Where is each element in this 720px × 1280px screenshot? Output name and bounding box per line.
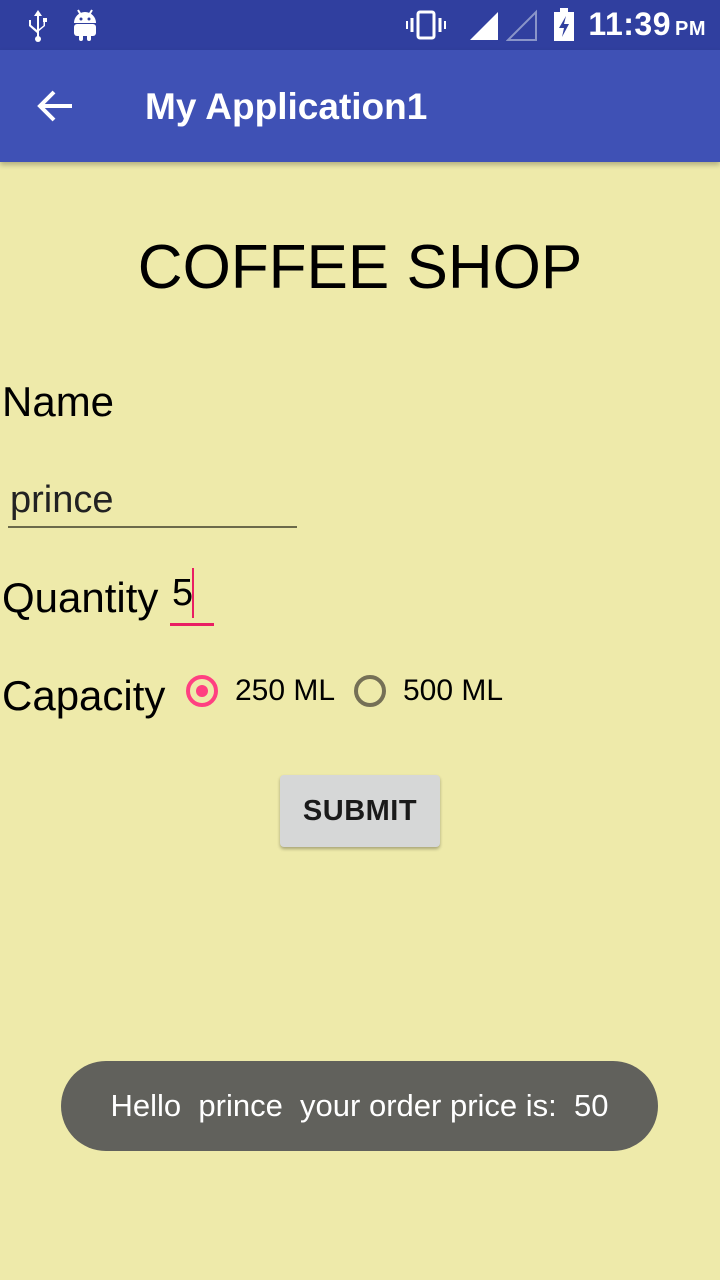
back-button[interactable] <box>32 86 80 126</box>
capacity-label: Capacity <box>2 672 166 719</box>
text-cursor <box>192 568 194 618</box>
name-label: Name <box>2 378 115 425</box>
quantity-field[interactable]: 5 <box>170 566 214 626</box>
radio-500ml-label[interactable]: 500 ML <box>403 674 503 708</box>
quantity-label: Quantity <box>2 574 159 621</box>
name-field[interactable] <box>8 474 297 528</box>
signal-full-icon <box>470 12 498 40</box>
app-bar: My Application1 <box>0 50 720 162</box>
vibrate-icon <box>406 10 446 40</box>
battery-charging-icon <box>554 8 574 41</box>
signal-weak-icon <box>506 9 537 41</box>
page-title: COFFEE SHOP <box>137 233 583 302</box>
android-icon <box>74 9 96 41</box>
toast-message: Hello prince your order price is: 50 <box>61 1061 658 1151</box>
radio-500ml[interactable] <box>354 675 386 707</box>
radio-250ml[interactable] <box>186 675 218 707</box>
status-bar: 11:39 PM <box>0 0 720 50</box>
submit-button[interactable]: SUBMIT <box>280 775 440 847</box>
quantity-value: 5 <box>172 572 194 614</box>
arrow-back-icon <box>37 90 72 122</box>
app-title: My Application1 <box>145 86 428 127</box>
usb-icon <box>29 10 47 42</box>
clock: 11:39 PM <box>588 6 706 42</box>
radio-250ml-label[interactable]: 250 ML <box>235 674 335 708</box>
